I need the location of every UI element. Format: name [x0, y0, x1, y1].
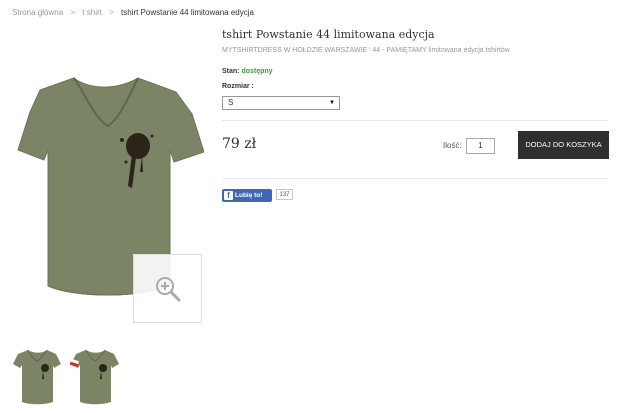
divider — [222, 178, 608, 179]
breadcrumb-home-link[interactable]: Strona główna — [12, 8, 63, 17]
breadcrumb: Strona główna > t shirt > tshirt Powstan… — [12, 8, 254, 17]
breadcrumb-separator: > — [109, 8, 114, 17]
product-thumbnail[interactable] — [12, 346, 62, 408]
product-subtitle: MYTSHIRTDRESS W HOŁDZIE WARSZAWIE ' 44 -… — [222, 47, 510, 54]
add-to-cart-button[interactable]: DODAJ DO KOSZYKA — [518, 131, 609, 159]
quantity-label: Ilość: — [443, 141, 462, 150]
product-title: tshirt Powstanie 44 limitowana edycja — [222, 28, 435, 41]
facebook-like-button[interactable]: f Lubię to! — [222, 189, 272, 202]
facebook-like-count: 137 — [276, 189, 293, 200]
stock-status: Stan: dostępny — [222, 68, 273, 75]
stock-value: dostępny — [241, 68, 273, 75]
facebook-like-label: Lubię to! — [235, 192, 263, 199]
quantity-input[interactable]: 1 — [466, 138, 495, 154]
size-label: Rozmiar : — [222, 83, 254, 90]
product-price: 79 zł — [222, 136, 257, 152]
facebook-icon: f — [224, 191, 233, 200]
product-thumbnail[interactable] — [69, 346, 120, 408]
size-selected-value: S — [228, 98, 234, 107]
breadcrumb-current: tshirt Powstanie 44 limitowana edycja — [121, 8, 254, 17]
stock-label: Stan: — [222, 68, 240, 75]
size-select[interactable]: S ▼ — [222, 96, 340, 110]
tshirt-armband-thumbnail-image — [69, 349, 119, 405]
divider — [222, 120, 608, 121]
zoom-button[interactable] — [133, 254, 202, 323]
dropdown-arrow-icon: ▼ — [329, 100, 335, 106]
zoom-in-icon — [156, 277, 181, 302]
breadcrumb-category-link[interactable]: t shirt — [82, 8, 102, 17]
tshirt-thumbnail-image — [13, 349, 61, 405]
breadcrumb-separator: > — [70, 8, 76, 17]
